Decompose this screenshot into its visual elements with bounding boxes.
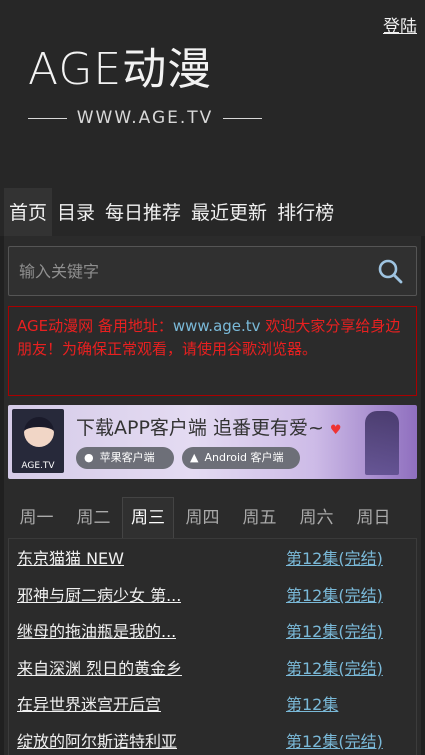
episode-link[interactable]: 第12集(完结) [286,618,406,642]
weekday-tabs: 周一 周二 周三 周四 周五 周六 周日 [8,497,417,539]
list-item: 继母的拖油瓶是我的... 第12集(完结) [17,612,406,649]
app-download-banner[interactable]: AGE.TV 下载APP客户端 追番更有爱~ ♥ ● 苹果客户端 ▲ Android… [8,405,417,479]
apple-icon: ● [84,451,94,464]
ios-client-button[interactable]: ● 苹果客户端 [76,447,174,469]
tab-friday[interactable]: 周五 [231,498,288,538]
search-button[interactable] [370,251,410,291]
app-icon-tag: AGE.TV [21,461,55,471]
search-bar [8,246,417,296]
logo-sub: WWW.AGE.TV [28,108,263,128]
search-icon [378,259,403,284]
tab-monday[interactable]: 周一 [8,498,65,538]
app-icon: AGE.TV [12,409,64,473]
logo-divider-left [28,117,67,119]
heart-icon: ♥ [329,423,342,438]
list-item: 绽放的阿尔斯诺特利亚 第12集(完结) [17,722,406,755]
list-item: 来自深渊 烈日的黄金乡 第12集(完结) [17,649,406,686]
episode-link[interactable]: 第12集 [286,691,406,715]
nav-item-ranking[interactable]: 排行榜 [272,188,339,236]
mascot-face [24,417,54,447]
episode-link[interactable]: 第12集(完结) [286,545,406,569]
tab-sunday[interactable]: 周日 [345,498,402,538]
banner-character-illustration [365,411,399,475]
anime-title-link[interactable]: 绽放的阿尔斯诺特利亚 [17,728,177,752]
episode-link[interactable]: 第12集(完结) [286,582,406,606]
anime-title-link[interactable]: 在异世界迷宫开后宫 [17,691,161,715]
nav-item-catalog[interactable]: 目录 [52,188,100,236]
tab-saturday[interactable]: 周六 [288,498,345,538]
ios-client-label: 苹果客户端 [99,451,155,464]
episode-link[interactable]: 第12集(完结) [286,728,406,752]
notice-box: AGE动漫网 备用地址：www.age.tv 欢迎大家分享给身边朋友！为确保正常… [8,306,417,396]
schedule-list: 东京猫猫 NEW 第12集(完结) 邪神与厨二病少女 第... 第12集(完结)… [8,539,417,755]
tab-thursday[interactable]: 周四 [174,498,231,538]
login-link[interactable]: 登陆 [383,12,417,37]
nav-item-recent-updates[interactable]: 最近更新 [186,188,272,236]
anime-title-link[interactable]: 继母的拖油瓶是我的... [17,618,176,642]
tab-tuesday[interactable]: 周二 [65,498,122,538]
banner-title-text: 下载APP客户端 追番更有爱~ [76,417,324,439]
nav-item-home[interactable]: 首页 [4,188,53,236]
anime-title-link[interactable]: 来自深渊 烈日的黄金乡 [17,655,182,679]
logo-main-text: AGE动漫 [28,44,213,95]
main-nav: 首页 目录 每日推荐 最近更新 排行榜 [0,188,425,236]
android-client-button[interactable]: ▲ Android 客户端 [182,447,300,469]
site-logo[interactable]: AGE动漫 WWW.AGE.TV [28,40,268,128]
notice-url[interactable]: www.age.tv [173,317,261,335]
tab-wednesday[interactable]: 周三 [122,497,174,538]
nav-item-daily-recommend[interactable]: 每日推荐 [100,188,186,236]
anime-title-link[interactable]: 东京猫猫 NEW [17,545,124,569]
list-item: 东京猫猫 NEW 第12集(完结) [17,539,406,576]
search-input[interactable] [9,261,370,281]
list-item: 在异世界迷宫开后宫 第12集 [17,685,406,722]
anime-title-link[interactable]: 邪神与厨二病少女 第... [17,582,181,606]
episode-link[interactable]: 第12集(完结) [286,655,406,679]
android-icon: ▲ [190,451,199,464]
banner-title: 下载APP客户端 追番更有爱~ ♥ [76,413,342,440]
site-header: 登陆 AGE动漫 WWW.AGE.TV [0,0,425,188]
main-content: AGE动漫网 备用地址：www.age.tv 欢迎大家分享给身边朋友！为确保正常… [4,236,421,755]
notice-prefix: AGE动漫网 备用地址： [17,317,173,335]
logo-url: WWW.AGE.TV [76,108,214,128]
android-client-label: Android 客户端 [204,451,284,464]
logo-divider-right [223,117,263,119]
list-item: 邪神与厨二病少女 第... 第12集(完结) [17,576,406,613]
